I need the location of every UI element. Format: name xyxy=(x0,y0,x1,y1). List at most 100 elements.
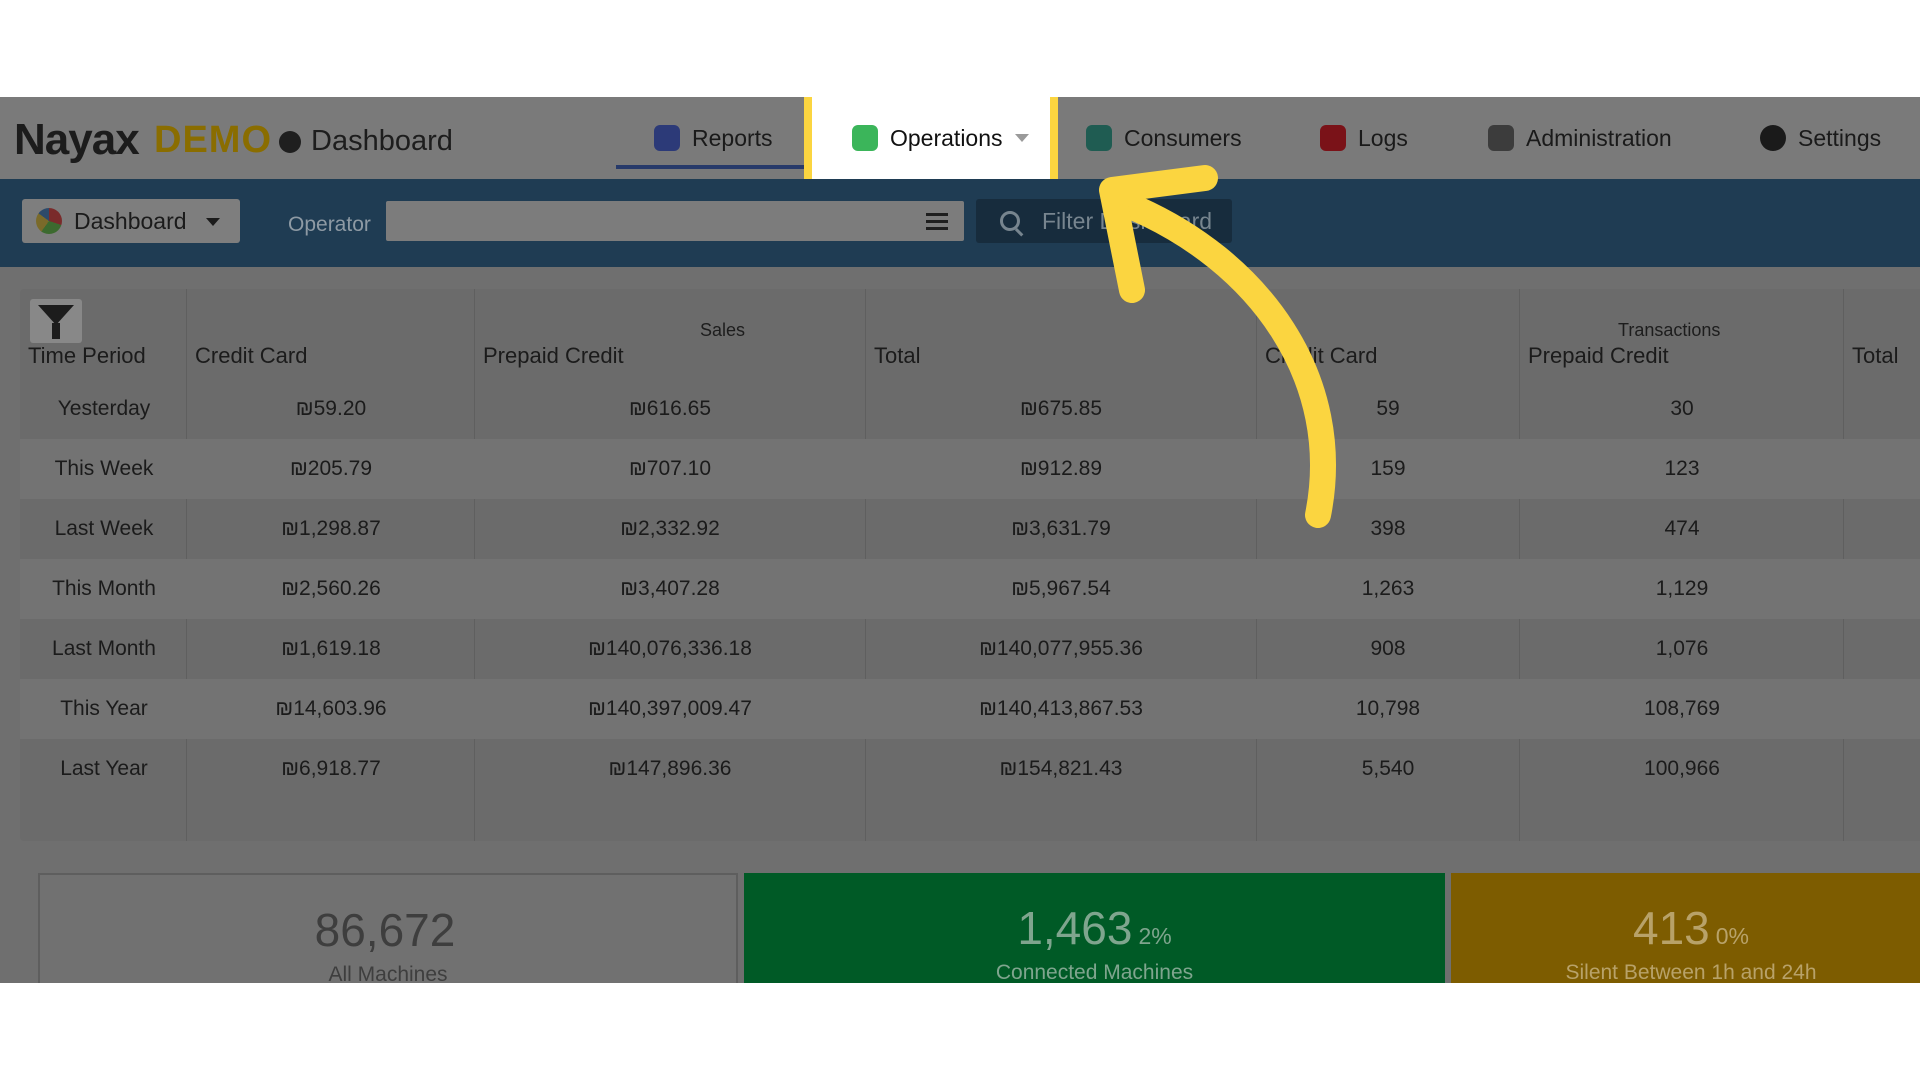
pie-chart-icon xyxy=(36,208,62,234)
table-cell: ₪140,077,955.36 xyxy=(979,637,1143,660)
nayax-logo[interactable]: Nayax xyxy=(14,115,140,165)
table-cell: ₪1,298.87 xyxy=(281,517,381,540)
nav-logs[interactable]: Logs xyxy=(1320,97,1408,179)
table-cell: 398 xyxy=(1370,517,1406,540)
card-label: Silent Between 1h and 24h xyxy=(1565,961,1817,983)
table-cell: ₪675.85 xyxy=(1019,397,1103,420)
table-cell xyxy=(1742,619,1920,679)
demo-badge: DEMO xyxy=(154,119,272,161)
dashboard-select[interactable]: Dashboard xyxy=(22,199,240,243)
operator-input[interactable] xyxy=(386,201,964,241)
table-cell: ₪912.89 xyxy=(1019,457,1103,480)
table-row[interactable]: Last Week ₪1,298.87 ₪2,332.92 ₪3,631.79 398 4… xyxy=(20,499,1920,559)
table-cell: ₪6,918.77 xyxy=(281,757,381,780)
table-cell xyxy=(1742,739,1920,799)
nav-reports[interactable]: Reports xyxy=(654,97,773,179)
card-value: 1,463 xyxy=(1017,902,1133,954)
table-cell: ₪140,076,336.18 xyxy=(588,637,752,660)
table-cell: ₪140,413,867.53 xyxy=(979,697,1143,720)
col-header-time-period[interactable]: Time Period xyxy=(28,343,146,369)
filter-dashboard-label: Filter Dashboard xyxy=(1042,207,1213,234)
table-cell xyxy=(1742,679,1920,739)
filter-funnel-icon[interactable] xyxy=(30,299,82,343)
logs-icon xyxy=(1320,125,1346,151)
table-cell xyxy=(1742,499,1920,559)
table-cell: ₪147,896.36 xyxy=(608,757,732,780)
operations-icon xyxy=(852,125,878,151)
filter-dashboard-button[interactable]: Filter Dashboard xyxy=(976,199,1232,243)
table-cell: 908 xyxy=(1370,637,1406,660)
section-dot-icon xyxy=(279,131,301,153)
card-percent: 0% xyxy=(1715,923,1749,949)
table-cell: ₪59.20 xyxy=(295,397,367,420)
table-cell: 59 xyxy=(1376,397,1400,420)
table-cell: 5,540 xyxy=(1361,757,1415,780)
nav-settings[interactable]: Settings xyxy=(1760,97,1881,179)
filter-bar: Dashboard Operator Filter Dashboard xyxy=(0,179,1920,267)
table-cell: ₪2,560.26 xyxy=(281,577,381,600)
table-cell xyxy=(1742,559,1920,619)
table-cell: ₪707.10 xyxy=(628,457,712,480)
dashboard-select-label: Dashboard xyxy=(74,207,187,234)
card-value: 86,672 xyxy=(314,904,456,956)
table-cell: ₪3,407.28 xyxy=(620,577,720,600)
table-row[interactable]: Last Month ₪1,619.18 ₪140,076,336.18 ₪140,0… xyxy=(20,619,1920,679)
nav-logs-label: Logs xyxy=(1358,124,1408,151)
card-all-machines[interactable]: 86,672 All Machines xyxy=(38,873,738,983)
nav-settings-label: Settings xyxy=(1798,124,1882,151)
group-header-transactions: Transactions xyxy=(1618,320,1721,340)
col-header-sales-total[interactable]: Total xyxy=(874,343,920,369)
search-icon xyxy=(1000,211,1020,231)
caret-down-icon xyxy=(206,218,220,226)
table-cell: 159 xyxy=(1370,457,1406,480)
operator-label: Operator xyxy=(288,213,371,236)
table-row[interactable]: Last Year ₪6,918.77 ₪147,896.36 ₪154,821.43… xyxy=(20,739,1920,799)
table-row[interactable]: This Week ₪205.79 ₪707.10 ₪912.89 159 123 xyxy=(20,439,1920,499)
table-cell: ₪1,619.18 xyxy=(281,637,381,660)
card-connected-machines[interactable]: 1,463 2% Connected Machines xyxy=(744,873,1445,983)
gear-icon xyxy=(1760,125,1786,151)
table-cell xyxy=(1742,439,1920,499)
table-cell: ₪5,967.54 xyxy=(1011,577,1111,600)
nav-administration-label: Administration xyxy=(1526,124,1672,151)
table-row[interactable]: Yesterday ₪59.20 ₪616.65 ₪675.85 59 30 xyxy=(20,379,1920,439)
nav-operations-label: Operations xyxy=(890,124,1003,151)
table-row[interactable]: This Year ₪14,603.96 ₪140,397,009.47 ₪140,4… xyxy=(20,679,1920,739)
administration-icon xyxy=(1488,125,1514,151)
top-header: Nayax DEMO Dashboard Reports Operations … xyxy=(0,97,1920,188)
col-header-tx-credit-card[interactable]: Credit Card xyxy=(1265,343,1377,369)
table-row[interactable]: This Month ₪2,560.26 ₪3,407.28 ₪5,967.54 1,2… xyxy=(20,559,1920,619)
section-title: Dashboard xyxy=(311,125,453,157)
card-percent: 2% xyxy=(1138,923,1172,949)
nav-reports-label: Reports xyxy=(692,124,773,151)
col-header-sales-credit-card[interactable]: Credit Card xyxy=(195,343,307,369)
nav-operations[interactable]: Operations xyxy=(852,97,1029,179)
card-value: 413 xyxy=(1633,902,1710,954)
card-label: Connected Machines xyxy=(995,961,1194,983)
table-cell: ₪154,821.43 xyxy=(999,757,1123,780)
list-icon[interactable] xyxy=(926,213,948,231)
table-cell: 1,263 xyxy=(1361,577,1415,600)
chevron-down-icon xyxy=(1014,134,1029,142)
col-header-tx-total[interactable]: Total xyxy=(1852,343,1898,369)
table-cell: ₪140,397,009.47 xyxy=(588,697,752,720)
col-header-sales-prepaid-credit[interactable]: Prepaid Credit xyxy=(483,343,624,369)
table-cell xyxy=(1742,379,1920,439)
reports-icon xyxy=(654,125,680,151)
group-header-sales: Sales xyxy=(700,320,746,340)
table-cell: ₪205.79 xyxy=(289,457,373,480)
nav-consumers-label: Consumers xyxy=(1124,124,1242,151)
app-screenshot: Nayax DEMO Dashboard Reports Operations … xyxy=(0,97,1920,983)
table-cell: ₪14,603.96 xyxy=(275,697,387,720)
consumers-icon xyxy=(1086,125,1112,151)
table-cell: ₪616.65 xyxy=(628,397,712,420)
table-cell: 10,798 xyxy=(1355,697,1421,720)
table-cell: ₪2,332.92 xyxy=(620,517,720,540)
col-header-tx-prepaid-credit[interactable]: Prepaid Credit xyxy=(1528,343,1669,369)
nav-administration[interactable]: Administration xyxy=(1488,97,1672,179)
card-label: All Machines xyxy=(328,963,448,983)
dashboard-table: Sales Transactions Time Period Credit Ca… xyxy=(20,289,1920,841)
table-cell: ₪3,631.79 xyxy=(1011,517,1111,540)
nav-consumers[interactable]: Consumers xyxy=(1086,97,1242,179)
card-silent-machines[interactable]: 413 0% Silent Between 1h and 24h xyxy=(1451,873,1920,983)
